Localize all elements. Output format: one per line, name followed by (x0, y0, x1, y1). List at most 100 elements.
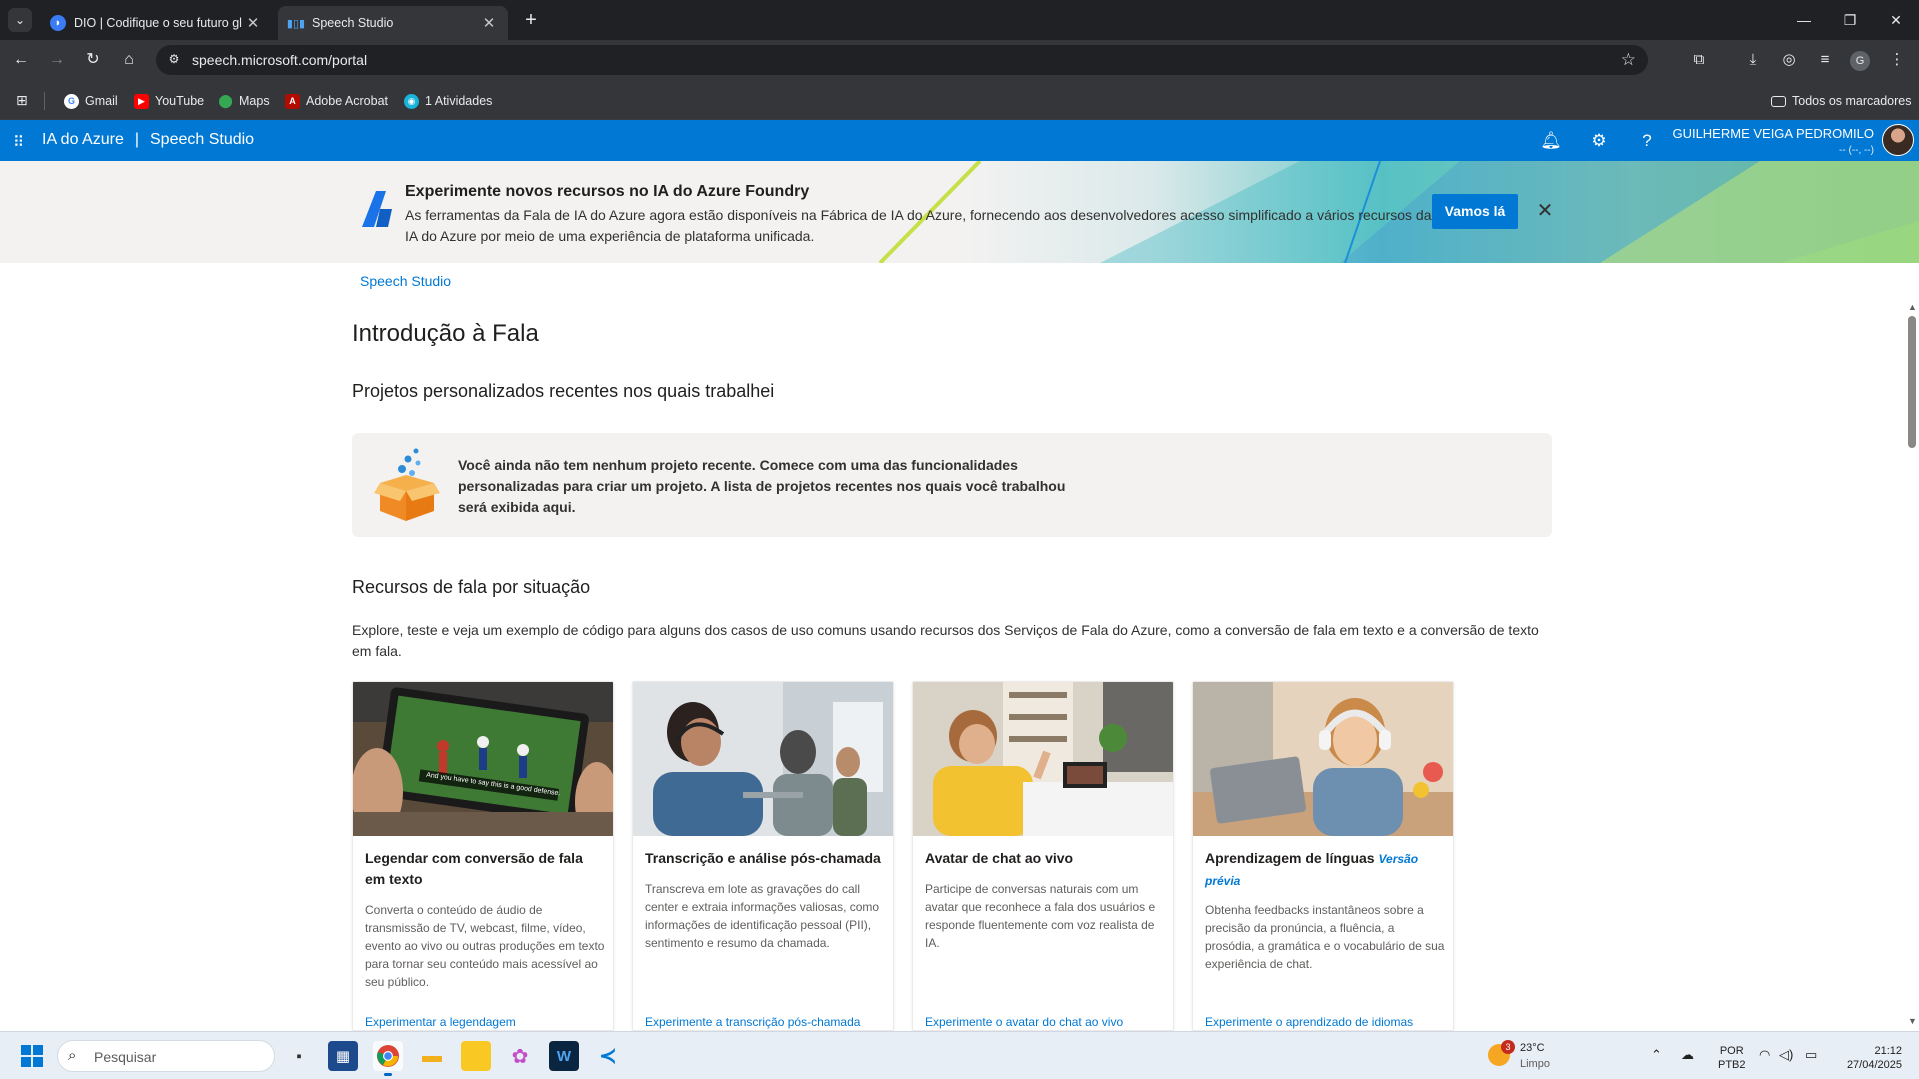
copilot-icon[interactable]: ✿ (505, 1041, 535, 1071)
apps-grid-icon[interactable]: ⊞ (16, 92, 28, 109)
tab-search-button[interactable]: ⌄ (8, 8, 32, 32)
volume-icon[interactable]: ◁) (1779, 1047, 1793, 1063)
bookmark-label: 1 Atividades (425, 94, 493, 108)
vscode-icon[interactable]: ≺ (593, 1041, 623, 1071)
youtube-icon: ▶ (134, 93, 149, 109)
acrobat-icon: A (285, 93, 300, 109)
banner-close-icon[interactable]: ✕ (1533, 199, 1557, 223)
media-control-icon[interactable]: ≡ (1813, 48, 1837, 72)
active-indicator (384, 1073, 392, 1076)
scenario-card-live-avatar[interactable]: Avatar de chat ao vivo Participe de conv… (912, 681, 1174, 1031)
bookmarks-separator (44, 92, 45, 110)
task-view-icon[interactable]: ▪ (284, 1041, 314, 1071)
help-icon[interactable]: ? (1636, 130, 1658, 152)
card-link-post-call[interactable]: Experimente a transcrição pós-chamada (645, 1015, 860, 1029)
settings-gear-icon[interactable]: ⚙ (1588, 130, 1610, 152)
search-icon: ⌕ (68, 1047, 77, 1064)
system-clock[interactable]: 21:12 27/04/2025 (1836, 1044, 1902, 1072)
home-icon[interactable]: ⌂ (116, 48, 142, 72)
scroll-down-icon[interactable]: ▼ (1908, 1016, 1917, 1026)
minimize-icon[interactable]: — (1781, 0, 1827, 40)
card-link-captioning[interactable]: Experimentar a legendagem (365, 1015, 516, 1029)
bookmark-label: YouTube (155, 94, 205, 108)
card-image-post-call (633, 682, 893, 836)
close-window-icon[interactable]: ✕ (1873, 0, 1919, 40)
recent-projects-empty-text: Você ainda não tem nenhum projeto recent… (458, 457, 1066, 515)
card-title: Aprendizagem de línguas Versão prévia (1205, 850, 1419, 888)
new-tab-button[interactable]: + (518, 8, 544, 34)
app-name-link[interactable]: Speech Studio (150, 131, 254, 149)
card-link-language-learning[interactable]: Experimente o aprendizado de idiomas (1205, 1015, 1413, 1029)
close-tab-icon[interactable]: ✕ (480, 14, 498, 32)
sticky-notes-icon[interactable] (461, 1041, 491, 1071)
tab-dio[interactable]: ◗ DIO | Codifique o seu futuro gl ✕ (40, 6, 272, 40)
tray-chevron-icon[interactable]: ⌃ (1651, 1047, 1662, 1063)
reload-icon[interactable]: ↻ (80, 48, 106, 72)
folder-icon (1771, 95, 1786, 107)
app-w-icon[interactable]: W (549, 1041, 579, 1071)
extensions-icon[interactable]: ⧉ (1687, 48, 1711, 72)
bookmark-gmail[interactable]: G Gmail (64, 92, 118, 110)
scenario-card-post-call[interactable]: Transcrição e análise pós-chamada Transc… (632, 681, 894, 1031)
scenario-card-language-learning[interactable]: Aprendizagem de línguas Versão prévia Ob… (1192, 681, 1454, 1031)
foundry-banner: Experimente novos recursos no IA do Azur… (0, 161, 1919, 263)
chrome-taskbar-icon[interactable] (373, 1041, 403, 1076)
google-icon: G (64, 93, 79, 109)
taskbar-search[interactable]: ⌕ Pesquisar (57, 1040, 275, 1072)
speech-favicon-icon: ▮▯▮ (286, 17, 306, 30)
wifi-icon[interactable]: ◠ (1759, 1047, 1770, 1063)
windows-start-icon[interactable] (20, 1044, 44, 1068)
dio-favicon-icon: ◗ (50, 15, 66, 31)
restore-icon[interactable]: ❐ (1827, 0, 1873, 40)
user-avatar[interactable] (1882, 124, 1914, 156)
bookmark-adobe-acrobat[interactable]: A Adobe Acrobat (285, 92, 388, 110)
browser-tab-strip: ⌄ ◗ DIO | Codifique o seu futuro gl ✕ ▮▯… (0, 0, 1919, 40)
file-explorer-icon[interactable]: ▬ (417, 1041, 447, 1071)
weather-temp: 23°C (1520, 1042, 1545, 1054)
address-bar[interactable]: ⚙ speech.microsoft.com/portal ☆ (156, 45, 1648, 75)
profile-avatar[interactable]: G (1850, 51, 1870, 71)
all-bookmarks-folder[interactable]: Todos os marcadores (1771, 92, 1912, 110)
card-image-live-avatar (913, 682, 1173, 836)
clock-date: 27/04/2025 (1846, 1059, 1902, 1071)
card-image-language-learning (1193, 682, 1453, 836)
product-link[interactable]: IA do Azure (42, 131, 124, 149)
menu-kebab-icon[interactable]: ⋮ (1885, 48, 1909, 72)
notifications-icon[interactable]: 🔔︎ (1540, 130, 1562, 152)
scroll-up-icon[interactable]: ▲ (1908, 302, 1917, 312)
scenario-card-captioning[interactable]: And you have to say this is a good defen… (352, 681, 614, 1031)
scrollbar-thumb[interactable] (1908, 316, 1916, 448)
page-scrollbar[interactable]: ▲ ▼ (1906, 302, 1918, 1030)
browser-toolbar: ← → ↻ ⌂ ⚙ speech.microsoft.com/portal ☆ … (0, 40, 1919, 80)
tab-title: DIO | Codifique o seu futuro gl (74, 16, 242, 30)
language-indicator[interactable]: POR PTB2 (1718, 1044, 1746, 1072)
brand: IA do Azure | Speech Studio (42, 131, 254, 149)
card-description: Transcreva em lote as gravações do call … (645, 882, 880, 950)
recent-projects-heading: Projetos personalizados recentes nos qua… (352, 381, 775, 401)
bookmark-label: Gmail (85, 94, 118, 108)
banner-cta-button[interactable]: Vamos lá (1432, 194, 1518, 229)
weather-condition: Limpo (1520, 1058, 1550, 1070)
bookmarks-bar: ⊞ G Gmail ▶ YouTube ⬤ Maps A Adobe Acrob… (0, 80, 1919, 120)
performance-icon[interactable]: ◎ (1777, 48, 1801, 72)
tab-speech-studio[interactable]: ▮▯▮ Speech Studio ✕ (278, 6, 508, 40)
download-icon[interactable]: ⤓ (1741, 48, 1765, 72)
app-launcher-icon[interactable]: ⠿ (13, 133, 24, 151)
forward-icon[interactable]: → (44, 48, 70, 72)
close-tab-icon[interactable]: ✕ (244, 14, 262, 32)
url-text: speech.microsoft.com/portal (192, 52, 368, 68)
onedrive-icon[interactable]: ☁ (1681, 1047, 1694, 1063)
battery-icon[interactable]: ▭ (1805, 1047, 1817, 1063)
breadcrumb[interactable]: Speech Studio (360, 273, 451, 289)
back-icon[interactable]: ← (8, 48, 34, 72)
site-settings-icon[interactable]: ⚙ (166, 52, 182, 68)
card-link-live-avatar[interactable]: Experimente o avatar do chat ao vivo (925, 1015, 1123, 1029)
store-icon[interactable]: ▦ (328, 1041, 358, 1071)
bookmark-maps[interactable]: ⬤ Maps (218, 92, 269, 110)
bookmark-star-icon[interactable]: ☆ (1621, 50, 1636, 70)
weather-widget[interactable]: 3 23°C Limpo (1488, 1040, 1578, 1072)
bookmark-youtube[interactable]: ▶ YouTube (134, 92, 204, 110)
bookmark-atividades[interactable]: ◉ 1 Atividades (404, 92, 492, 110)
user-name[interactable]: GUILHERME VEIGA PEDROMILO (1672, 126, 1874, 141)
weather-badge: 3 (1501, 1040, 1515, 1054)
